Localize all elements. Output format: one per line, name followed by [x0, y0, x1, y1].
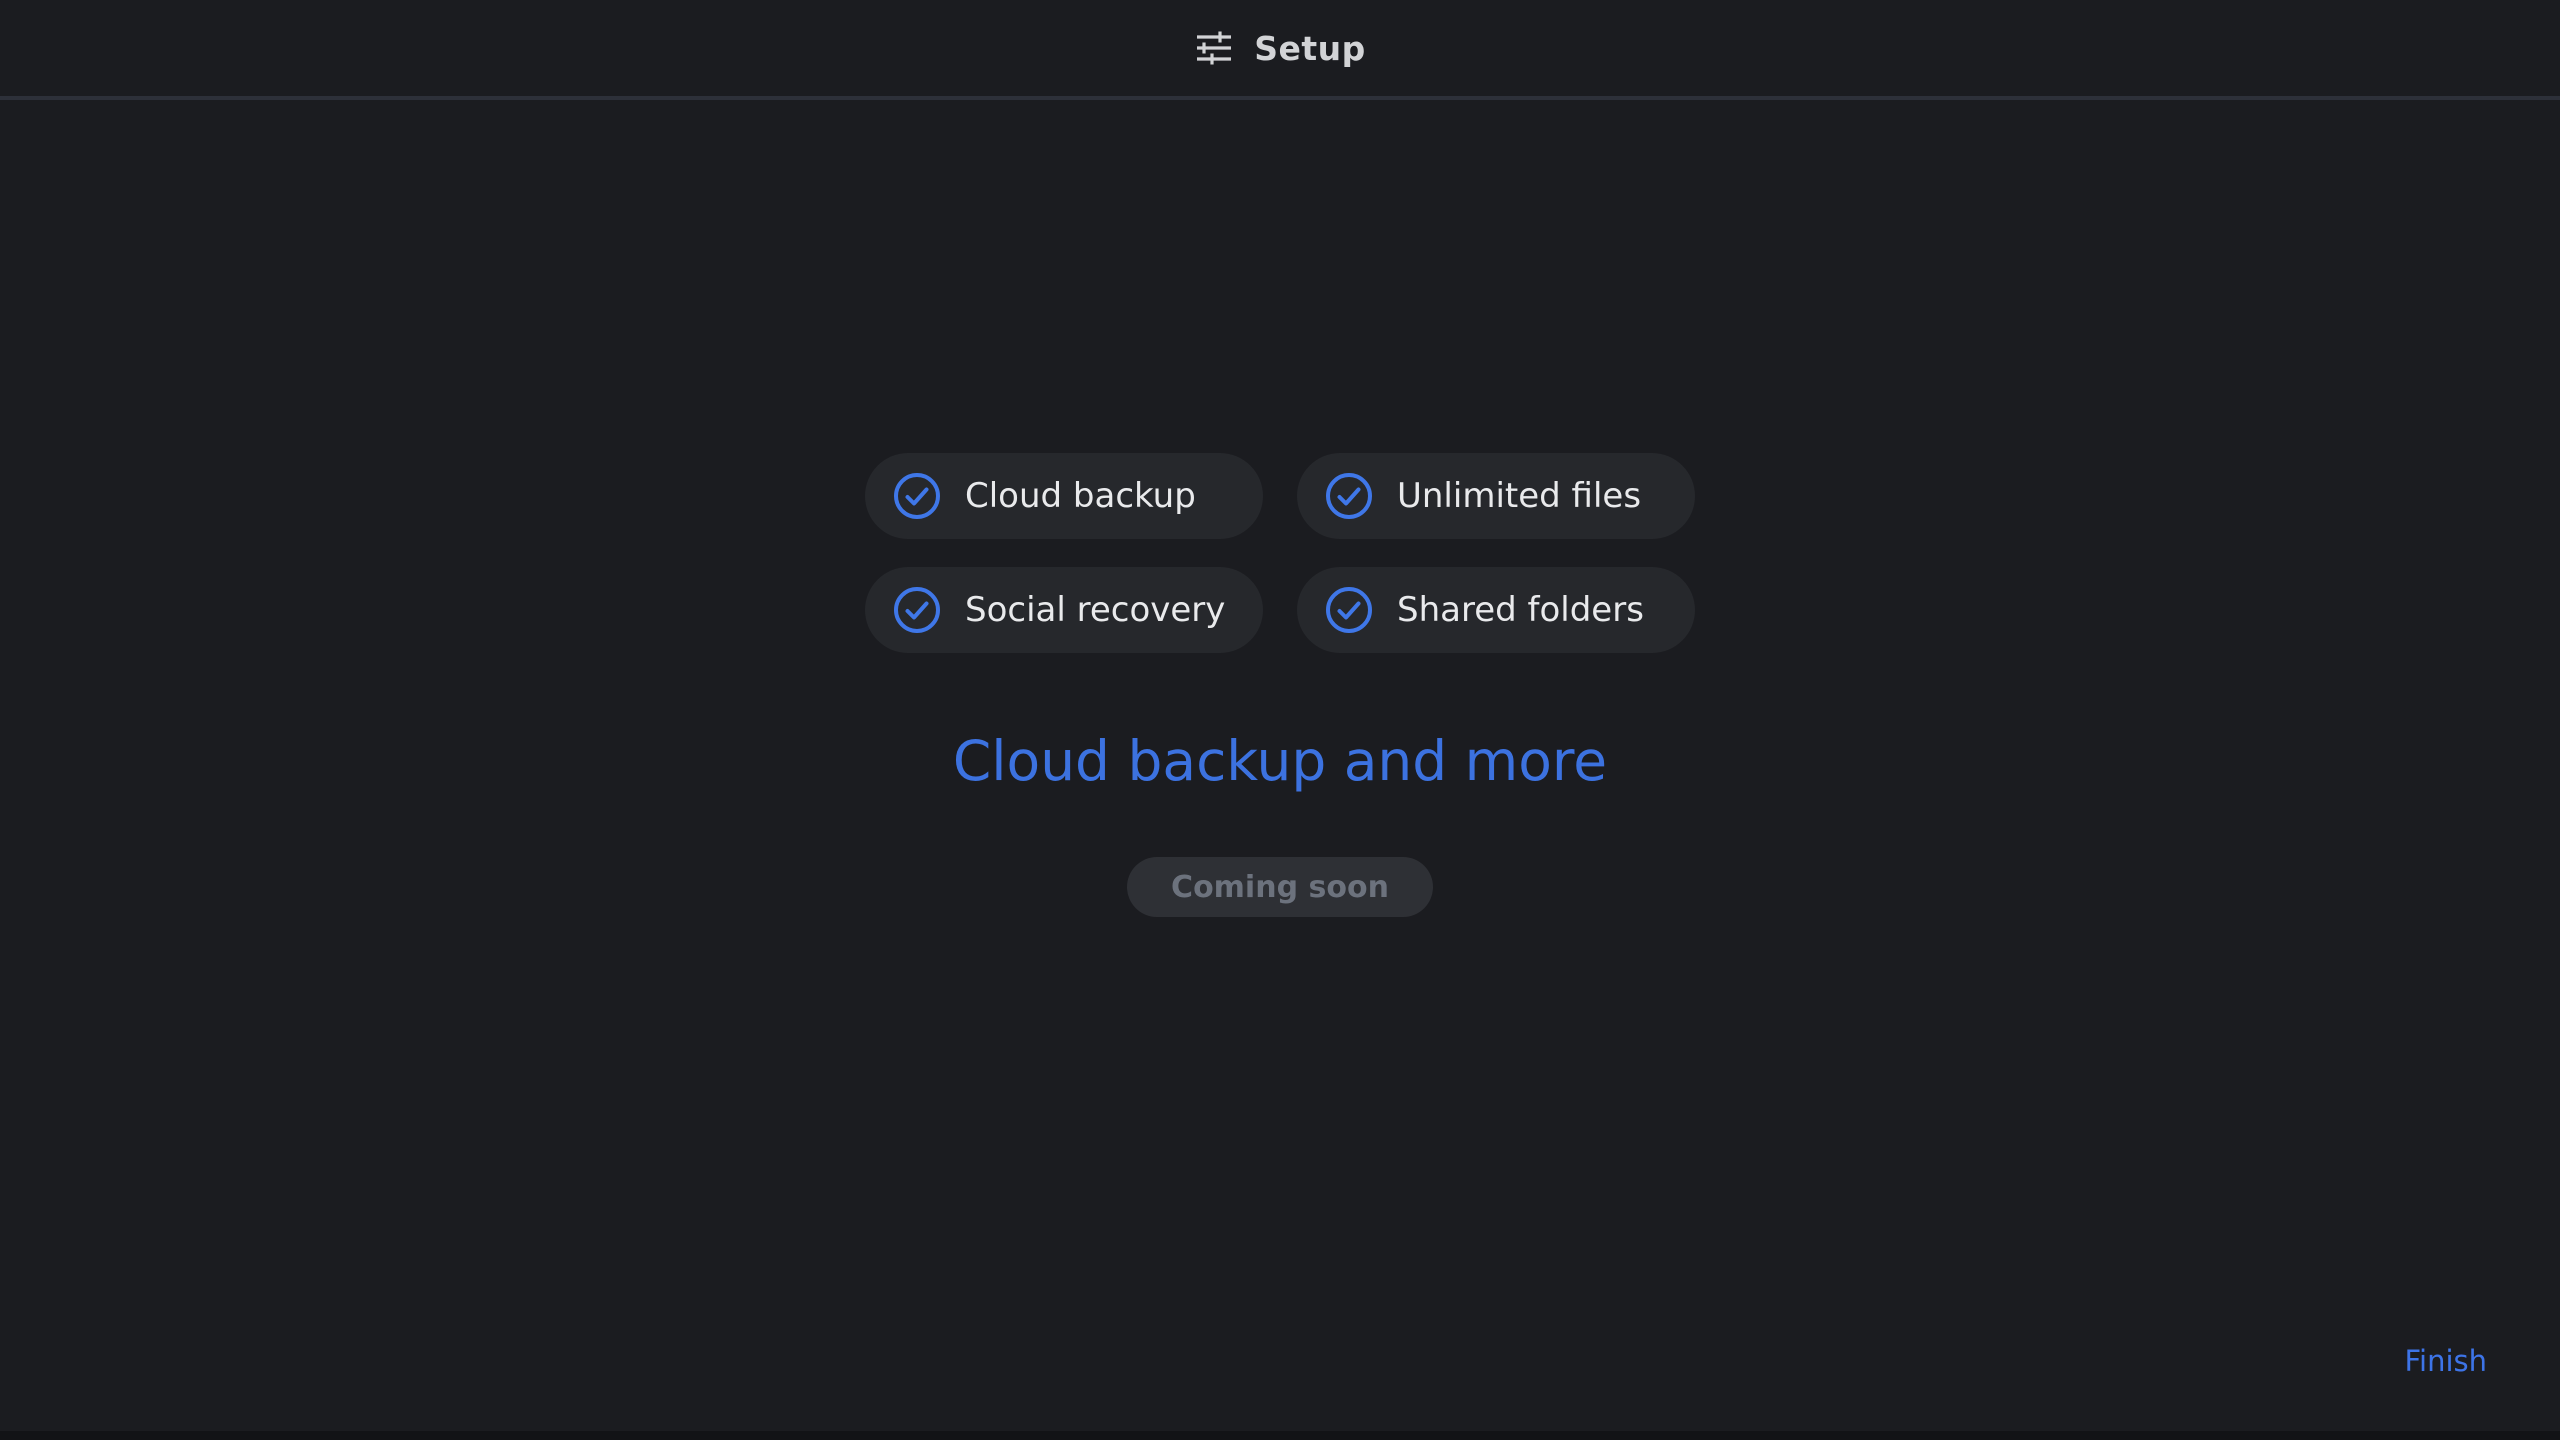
check-circle-icon [893, 472, 941, 520]
features-grid: Cloud backup Unlimited files [865, 453, 1695, 653]
page-title: Setup [1254, 29, 1366, 68]
coming-soon-button[interactable]: Coming soon [1127, 857, 1433, 917]
tune-icon [1194, 28, 1234, 68]
feature-pill-cloud-backup: Cloud backup [865, 453, 1263, 539]
main-content: Cloud backup Unlimited files [0, 100, 2560, 917]
feature-label: Social recovery [965, 590, 1225, 630]
feature-heading: Cloud backup and more [953, 729, 1607, 793]
check-circle-icon [893, 586, 941, 634]
check-circle-icon [1325, 472, 1373, 520]
finish-button[interactable]: Finish [2404, 1344, 2487, 1378]
check-circle-icon [1325, 586, 1373, 634]
feature-pill-shared-folders: Shared folders [1297, 567, 1695, 653]
header: Setup [0, 0, 2560, 100]
feature-pill-unlimited-files: Unlimited files [1297, 453, 1695, 539]
feature-label: Cloud backup [965, 476, 1196, 516]
feature-label: Shared folders [1397, 590, 1644, 630]
feature-label: Unlimited files [1397, 476, 1641, 516]
setup-window: Setup Cloud backup [0, 0, 2560, 1440]
window-bottom-edge [0, 1431, 2560, 1440]
feature-pill-social-recovery: Social recovery [865, 567, 1263, 653]
